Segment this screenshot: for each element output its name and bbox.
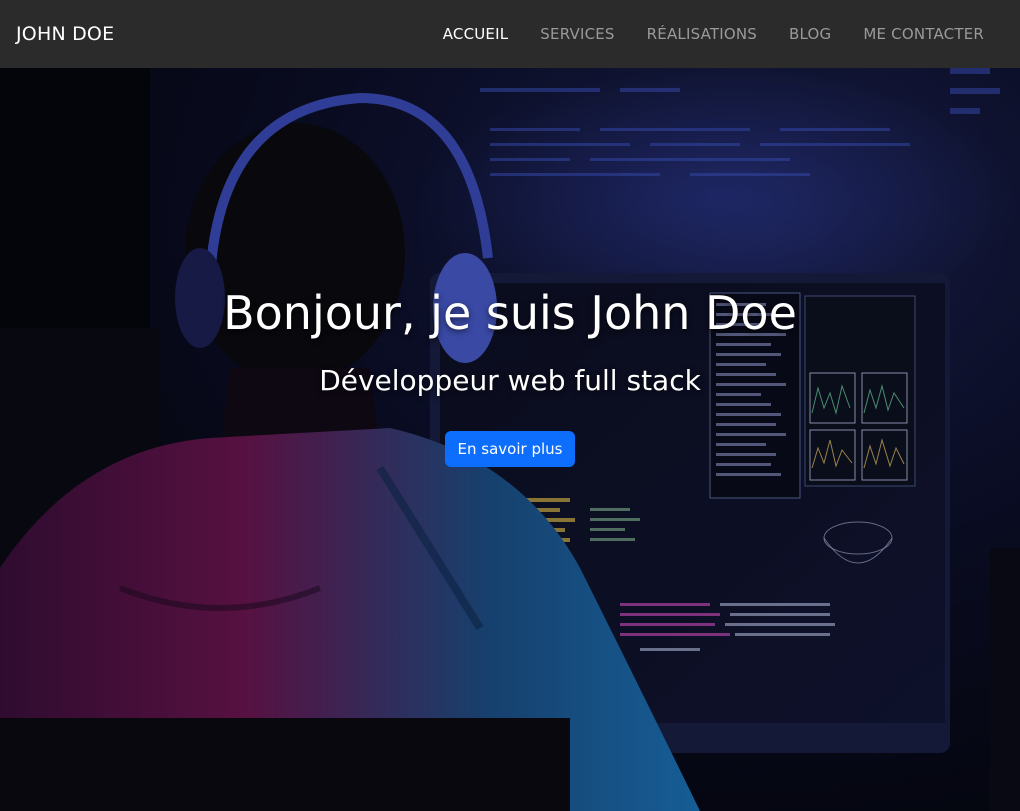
learn-more-button[interactable]: En savoir plus (444, 431, 576, 467)
nav-item-contact: ME CONTACTER (847, 25, 1004, 43)
nav-menu: ACCUEIL SERVICES RÉALISATIONS BLOG ME CO… (427, 25, 1004, 43)
hero-title: Bonjour, je suis John Doe (223, 286, 797, 340)
nav-link-realisations[interactable]: RÉALISATIONS (631, 25, 773, 43)
nav-item-services: SERVICES (524, 25, 630, 43)
nav-item-accueil: ACCUEIL (427, 25, 525, 43)
nav-item-realisations: RÉALISATIONS (631, 25, 773, 43)
top-navbar: JOHN DOE ACCUEIL SERVICES RÉALISATIONS B… (0, 0, 1020, 68)
nav-link-contact[interactable]: ME CONTACTER (847, 25, 1004, 43)
hero-content: Bonjour, je suis John Doe Développeur we… (0, 68, 1020, 811)
hero-subtitle: Développeur web full stack (319, 364, 701, 397)
nav-link-accueil[interactable]: ACCUEIL (427, 25, 525, 43)
nav-link-services[interactable]: SERVICES (524, 25, 630, 43)
brand-logo[interactable]: JOHN DOE (16, 23, 114, 45)
nav-link-blog[interactable]: BLOG (773, 25, 847, 43)
nav-item-blog: BLOG (773, 25, 847, 43)
